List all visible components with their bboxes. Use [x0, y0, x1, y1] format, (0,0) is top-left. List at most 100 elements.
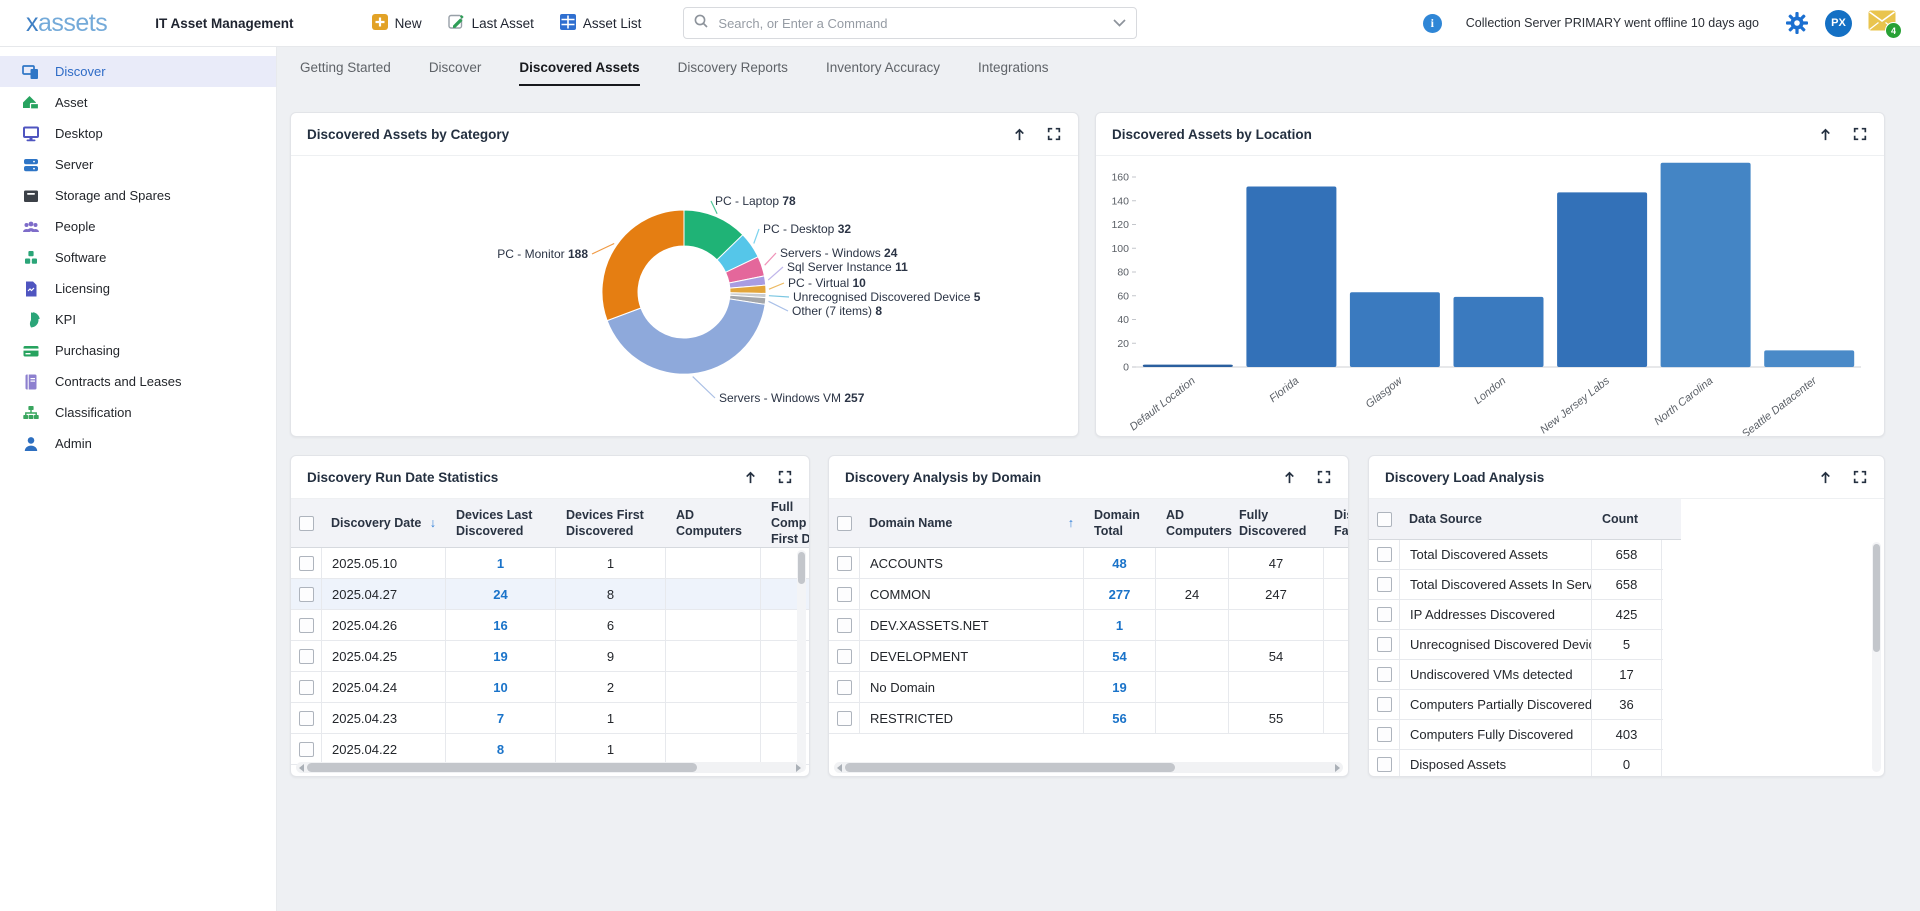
table-row[interactable]: DEV.XASSETS.NET1 — [829, 610, 1348, 641]
row-checkbox[interactable] — [299, 649, 314, 664]
row-checkbox[interactable] — [1377, 577, 1392, 592]
row-checkbox[interactable] — [837, 711, 852, 726]
search-input[interactable] — [716, 15, 1105, 32]
table-row[interactable]: DEVELOPMENT54 54 — [829, 641, 1348, 672]
count-link[interactable]: 10 — [493, 680, 507, 695]
settings-gear-icon[interactable] — [1785, 11, 1809, 35]
row-checkbox[interactable] — [299, 742, 314, 757]
expand-icon[interactable] — [777, 469, 793, 485]
row-checkbox[interactable] — [299, 680, 314, 695]
row-checkbox[interactable] — [1377, 757, 1392, 772]
row-checkbox[interactable] — [299, 556, 314, 571]
row-checkbox[interactable] — [299, 618, 314, 633]
count-link[interactable]: 7 — [497, 711, 504, 726]
count-link[interactable]: 48 — [1112, 556, 1126, 571]
move-up-icon[interactable] — [1011, 126, 1028, 143]
table-row[interactable]: Unrecognised Discovered Devices5 — [1369, 630, 1663, 659]
table-row[interactable]: Computers Fully Discovered403 — [1369, 720, 1663, 749]
table-row[interactable]: COMMON27724247 — [829, 579, 1348, 610]
move-up-icon[interactable] — [742, 469, 759, 486]
table-row[interactable]: Total Discovered Assets658 — [1369, 540, 1663, 569]
column-header[interactable]: Discovery Date↓ — [321, 509, 446, 537]
row-checkbox[interactable] — [299, 711, 314, 726]
count-link[interactable]: 56 — [1112, 711, 1126, 726]
table-row[interactable]: RESTRICTED56 55 — [829, 703, 1348, 734]
column-header[interactable]: Domain Name↑ — [859, 509, 1084, 537]
column-header[interactable]: ADComputers — [1156, 501, 1229, 546]
tab-integrations[interactable]: Integrations — [978, 60, 1049, 86]
table-row[interactable]: Total Discovered Assets In Service658 — [1369, 570, 1663, 599]
count-link[interactable]: 54 — [1112, 649, 1126, 664]
column-header[interactable]: DisFail — [1324, 501, 1349, 546]
column-header[interactable]: FullyDiscovered — [1229, 501, 1324, 546]
row-checkbox[interactable] — [299, 587, 314, 602]
expand-icon[interactable] — [1852, 469, 1868, 485]
sidebar-item-purchasing[interactable]: Purchasing — [0, 335, 276, 366]
count-link[interactable]: 19 — [1112, 680, 1126, 695]
count-link[interactable]: 277 — [1109, 587, 1131, 602]
expand-icon[interactable] — [1046, 126, 1062, 142]
tab-discovered-assets[interactable]: Discovered Assets — [519, 60, 639, 86]
table-row[interactable]: No Domain19 — [829, 672, 1348, 703]
row-checkbox[interactable] — [1377, 697, 1392, 712]
table-row[interactable]: 2025.04.2371 — [291, 703, 809, 734]
sidebar-item-software[interactable]: Software — [0, 242, 276, 273]
vertical-scrollbar[interactable] — [1872, 542, 1881, 772]
tab-getting-started[interactable]: Getting Started — [300, 60, 391, 86]
table-row[interactable]: 2025.04.24102 — [291, 672, 809, 703]
expand-icon[interactable] — [1852, 126, 1868, 142]
horizontal-scrollbar[interactable] — [834, 762, 1343, 773]
command-search[interactable] — [683, 7, 1137, 39]
table-row[interactable]: Computers Partially Discovered36 — [1369, 690, 1663, 719]
horizontal-scrollbar[interactable] — [296, 762, 804, 773]
messages-button[interactable]: 4 — [1868, 10, 1898, 36]
tab-discovery-reports[interactable]: Discovery Reports — [678, 60, 788, 86]
row-checkbox[interactable] — [1377, 547, 1392, 562]
sidebar-item-people[interactable]: People — [0, 211, 276, 242]
asset-list-button[interactable]: Asset List — [560, 14, 642, 33]
row-checkbox[interactable] — [837, 618, 852, 633]
table-row[interactable]: Disposed Assets0 — [1369, 750, 1663, 777]
table-row[interactable]: 2025.04.26166 — [291, 610, 809, 641]
user-avatar[interactable]: PX — [1825, 10, 1852, 37]
select-all-checkbox[interactable] — [837, 516, 852, 531]
count-link[interactable]: 24 — [493, 587, 507, 602]
move-up-icon[interactable] — [1817, 469, 1834, 486]
table-row[interactable]: 2025.05.1011 — [291, 548, 809, 579]
category-donut-chart[interactable]: PC - Laptop 78PC - Desktop 32Servers - W… — [291, 156, 1078, 437]
tab-discover[interactable]: Discover — [429, 60, 482, 86]
column-header[interactable]: Full CompFirst Disc — [761, 493, 810, 554]
table-row[interactable]: Undiscovered VMs detected17 — [1369, 660, 1663, 689]
chevron-down-icon[interactable] — [1113, 14, 1126, 32]
tab-inventory-accuracy[interactable]: Inventory Accuracy — [826, 60, 940, 86]
sidebar-item-classification[interactable]: Classification — [0, 397, 276, 428]
table-row[interactable]: IP Addresses Discovered425 — [1369, 600, 1663, 629]
move-up-icon[interactable] — [1281, 469, 1298, 486]
count-link[interactable]: 1 — [1116, 618, 1123, 633]
new-button[interactable]: New — [372, 14, 422, 33]
expand-icon[interactable] — [1316, 469, 1332, 485]
table-row[interactable]: 2025.04.2281 — [291, 734, 809, 765]
sidebar-item-admin[interactable]: Admin — [0, 428, 276, 459]
table-row[interactable]: 2025.04.27248 — [291, 579, 809, 610]
column-header[interactable]: Devices FirstDiscovered — [556, 501, 666, 546]
column-header[interactable]: Count — [1592, 505, 1662, 533]
column-header[interactable]: DomainTotal — [1084, 501, 1156, 546]
table-row[interactable]: 2025.04.25199 — [291, 641, 809, 672]
row-checkbox[interactable] — [837, 680, 852, 695]
row-checkbox[interactable] — [837, 556, 852, 571]
sidebar-item-discover[interactable]: Discover — [0, 56, 276, 87]
column-header[interactable]: Devices LastDiscovered — [446, 501, 556, 546]
table-row[interactable]: ACCOUNTS48 47 — [829, 548, 1348, 579]
info-icon[interactable]: i — [1423, 14, 1442, 33]
sidebar-item-contracts-and-leases[interactable]: Contracts and Leases — [0, 366, 276, 397]
select-all-checkbox[interactable] — [1377, 512, 1392, 527]
move-up-icon[interactable] — [1817, 126, 1834, 143]
count-link[interactable]: 8 — [497, 742, 504, 757]
count-link[interactable]: 19 — [493, 649, 507, 664]
row-checkbox[interactable] — [837, 587, 852, 602]
count-link[interactable]: 16 — [493, 618, 507, 633]
sidebar-item-server[interactable]: Server — [0, 149, 276, 180]
vertical-scrollbar[interactable] — [797, 550, 806, 772]
row-checkbox[interactable] — [1377, 727, 1392, 742]
